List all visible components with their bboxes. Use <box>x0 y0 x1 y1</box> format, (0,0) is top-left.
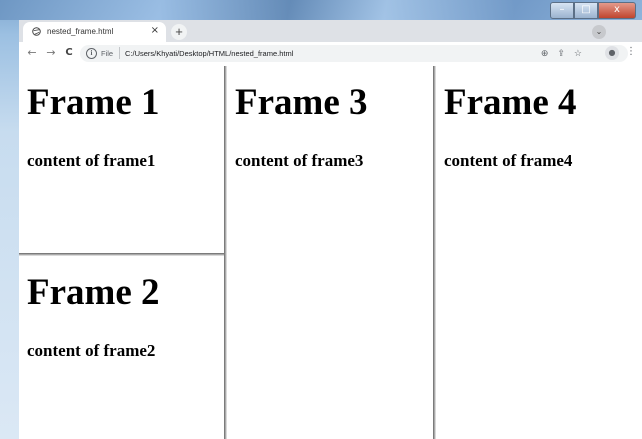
browser-toolbar: ← → C i File C:/Users/Khyati/Desktop/HTM… <box>19 42 642 67</box>
frame-1: Frame 1 content of frame1 <box>19 66 224 253</box>
minimize-button[interactable]: – <box>550 2 574 19</box>
frame-2-title: Frame 2 <box>27 272 160 313</box>
globe-icon <box>32 27 41 36</box>
tab-search-icon[interactable]: ⌄ <box>592 25 606 39</box>
frame-2: Frame 2 content of frame2 <box>19 256 224 439</box>
frame-4: Frame 4 content of frame4 <box>436 66 642 439</box>
bookmark-star-icon[interactable]: ☆ <box>574 48 582 59</box>
zoom-icon[interactable]: ⊕ <box>541 48 549 59</box>
profile-avatar-icon[interactable]: ● <box>605 46 619 60</box>
url-text[interactable]: C:/Users/Khyati/Desktop/HTML/nested_fram… <box>125 49 293 58</box>
menu-kebab-icon[interactable]: ⋮ <box>626 46 636 57</box>
frame-3-title: Frame 3 <box>235 82 368 123</box>
frame-2-content: content of frame2 <box>27 341 156 360</box>
frame-3-content: content of frame3 <box>235 151 364 170</box>
reload-icon[interactable]: C <box>62 46 76 60</box>
forward-arrow-icon[interactable]: → <box>44 46 58 60</box>
frame-4-content: content of frame4 <box>444 151 573 170</box>
scheme-label: File <box>101 49 114 58</box>
frame-1-title: Frame 1 <box>27 82 160 123</box>
omnibox-actions: ⊕ ⇪ ☆ <box>541 48 582 59</box>
close-tab-icon[interactable]: × <box>151 25 159 36</box>
frame-1-content: content of frame1 <box>27 151 156 170</box>
frame-3: Frame 3 content of frame3 <box>227 66 433 439</box>
back-arrow-icon[interactable]: ← <box>25 46 39 60</box>
tab-title: nested_frame.html <box>47 27 114 36</box>
frame-4-title: Frame 4 <box>444 82 577 123</box>
share-icon[interactable]: ⇪ <box>557 48 565 59</box>
tab-nested-frame[interactable]: nested_frame.html × <box>23 22 166 42</box>
close-window-button[interactable]: x <box>598 2 636 19</box>
tab-strip: nested_frame.html × + ⌄ <box>19 20 642 42</box>
scheme-divider <box>119 47 120 59</box>
address-bar[interactable]: i File C:/Users/Khyati/Desktop/HTML/nest… <box>80 45 628 62</box>
browser-window: nested_frame.html × + ⌄ ← → C i File C:/… <box>19 20 642 439</box>
new-tab-button[interactable]: + <box>171 24 187 40</box>
window-controls: – □ x <box>550 2 636 19</box>
maximize-button[interactable]: □ <box>574 2 598 19</box>
page-frameset: Frame 1 content of frame1 Frame 2 conten… <box>19 66 642 439</box>
info-icon[interactable]: i <box>86 48 97 59</box>
